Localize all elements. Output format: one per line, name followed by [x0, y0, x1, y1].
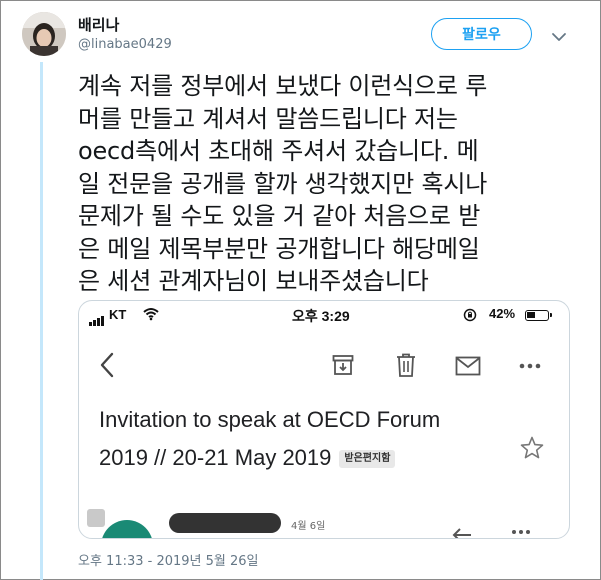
email-more-icon[interactable] [511, 529, 531, 535]
battery-icon [525, 310, 552, 321]
wifi-icon [143, 308, 159, 321]
rotation-lock-icon [463, 308, 477, 322]
battery-percent: 42% [489, 306, 516, 321]
back-icon[interactable] [97, 351, 119, 379]
mail-icon[interactable] [455, 356, 481, 376]
thread-line [40, 62, 43, 580]
display-name[interactable]: 배리나 [78, 14, 119, 35]
tweet-timestamp[interactable]: 오후 11:33 - 2019년 5월 26일 [78, 550, 259, 569]
sender-avatar [101, 520, 153, 538]
trash-icon[interactable] [395, 352, 417, 378]
email-subject-line2-wrap: 2019 // 20-21 May 2019 받은편지함 [99, 439, 519, 477]
email-subject: Invitation to speak at OECD Forum 2019 /… [99, 401, 519, 477]
sender-redacted [169, 513, 281, 533]
tweet-text: 계속 저를 정부에서 보냈다 이런식으로 루 머를 만들고 계셔서 말씀드립니다… [78, 72, 488, 295]
user-handle[interactable]: @linabae0429 [78, 37, 172, 52]
inbox-label-chip[interactable]: 받은편지함 [339, 450, 396, 469]
archive-icon[interactable] [331, 353, 355, 377]
status-time: 오후 3:29 [292, 308, 350, 324]
signal-icon [89, 310, 105, 326]
email-date: 4월 6일 [291, 521, 326, 532]
thumbnail-icon [87, 509, 105, 527]
chevron-down-icon[interactable] [548, 26, 570, 48]
avatar[interactable] [22, 12, 66, 56]
tweet-media-image[interactable]: KT 오후 3:29 42% Invitation to speak at OE… [78, 300, 570, 539]
star-icon[interactable] [519, 435, 545, 461]
more-icon[interactable] [519, 363, 541, 369]
phone-status-bar: KT 오후 3:29 42% [79, 301, 569, 329]
carrier-label: KT [109, 307, 127, 322]
follow-button[interactable]: 팔로우 [431, 18, 532, 50]
email-subject-line1: Invitation to speak at OECD Forum [99, 407, 441, 432]
email-subject-line2: 2019 // 20-21 May 2019 [99, 445, 332, 470]
reply-icon[interactable] [451, 527, 475, 539]
